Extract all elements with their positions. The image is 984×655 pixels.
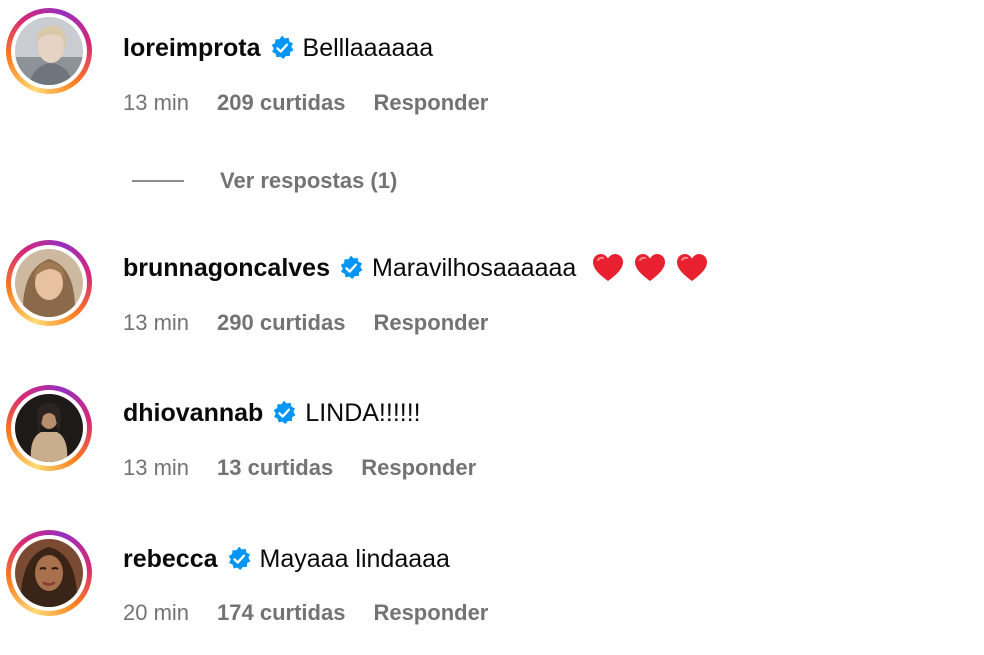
avatar	[15, 394, 83, 462]
comment-username[interactable]: loreimprota	[123, 34, 261, 63]
avatar	[15, 249, 83, 317]
verified-badge-icon	[338, 255, 364, 281]
red-heart-icon	[592, 253, 624, 283]
comment-text: Mayaaa lindaaaa	[259, 544, 450, 573]
avatar	[15, 17, 83, 85]
reply-button[interactable]: Responder	[373, 310, 488, 336]
comment-text: Maravilhosaaaaaa	[372, 253, 577, 282]
view-replies-button[interactable]: Ver respostas (1)	[132, 167, 397, 195]
reply-button[interactable]: Responder	[373, 90, 488, 116]
comments-list: loreimprota Belllaaaaaa 13 min 209 curti…	[0, 0, 984, 655]
reply-button[interactable]: Responder	[373, 600, 488, 626]
red-heart-icon	[676, 253, 708, 283]
comment-likes[interactable]: 174 curtidas	[217, 600, 345, 626]
comment-time: 13 min	[123, 90, 190, 115]
avatar-story-ring[interactable]	[6, 385, 92, 471]
verified-badge-icon	[269, 35, 295, 61]
avatar	[15, 539, 83, 607]
verified-badge-icon	[226, 546, 252, 572]
red-heart-icon	[634, 253, 666, 283]
avatar-story-ring[interactable]	[6, 240, 92, 326]
replies-divider	[132, 180, 184, 182]
comment-text: Belllaaaaaa	[302, 33, 434, 62]
comment-time: 20 min	[123, 600, 190, 625]
comment-username[interactable]: dhiovannab	[123, 399, 263, 428]
comment-time: 13 min	[123, 310, 190, 335]
comment-likes[interactable]: 290 curtidas	[217, 310, 345, 336]
comment-username[interactable]: rebecca	[123, 545, 218, 574]
verified-badge-icon	[271, 400, 297, 426]
view-replies-label: Ver respostas (1)	[220, 168, 398, 193]
reply-button[interactable]: Responder	[361, 455, 476, 481]
avatar-story-ring[interactable]	[6, 8, 92, 94]
comment-username[interactable]: brunnagoncalves	[123, 254, 330, 283]
avatar-story-ring[interactable]	[6, 530, 92, 616]
comment-likes[interactable]: 13 curtidas	[217, 455, 333, 481]
comment-text: LINDA!!!!!!	[305, 398, 421, 427]
emoji-group	[592, 253, 708, 283]
comment-time: 13 min	[123, 455, 190, 480]
comment-likes[interactable]: 209 curtidas	[217, 90, 345, 116]
